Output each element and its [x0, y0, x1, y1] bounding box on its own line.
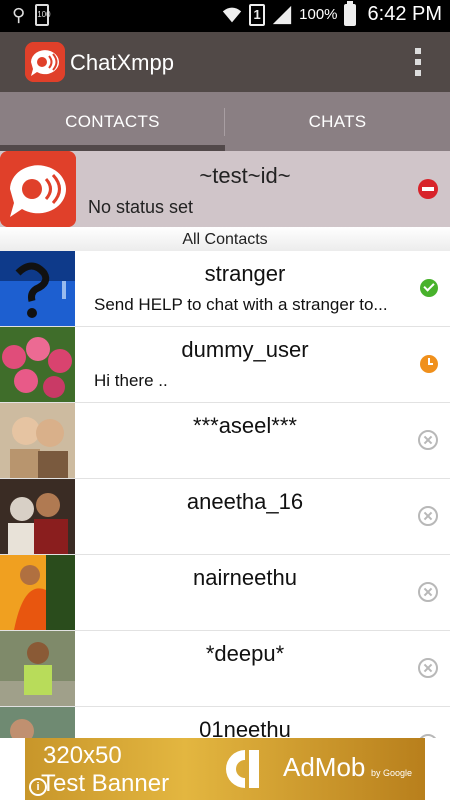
app-logo-icon[interactable] [25, 42, 65, 82]
ad-by-google: by Google [371, 768, 413, 778]
wifi-icon [222, 7, 242, 22]
overflow-menu-icon[interactable] [414, 48, 422, 76]
offline-status-icon [418, 658, 438, 678]
contact-avatar [0, 707, 75, 738]
profile-status: No status set [88, 197, 194, 217]
battery-percent: 100% [299, 6, 338, 23]
contact-avatar [0, 555, 75, 630]
contact-avatar [0, 631, 75, 706]
profile-name: ~test~id~ [199, 163, 291, 188]
away-status-icon [420, 355, 438, 373]
usb-icon: ⚲ [12, 4, 26, 25]
offline-status-icon [418, 506, 438, 526]
ad-brand: AdMob [283, 752, 366, 782]
contact-name: dummy_user [181, 337, 309, 362]
contact-list[interactable]: stranger Send HELP to chat with a strang… [0, 251, 450, 738]
do-not-disturb-icon[interactable] [418, 179, 438, 199]
contact-row-deepu[interactable]: *deepu* [0, 631, 450, 707]
ad-banner-text: Test Banner [41, 770, 170, 797]
contact-row-stranger[interactable]: stranger Send HELP to chat with a strang… [0, 251, 450, 327]
offline-status-icon [418, 582, 438, 602]
contact-row-aseel[interactable]: ***aseel*** [0, 403, 450, 479]
tab-bar: CONTACTS CHATS [0, 92, 450, 151]
contact-row-aneetha-16[interactable]: aneetha_16 [0, 479, 450, 555]
contact-avatar [0, 479, 75, 554]
contact-avatar [0, 403, 75, 478]
battery-icon [343, 0, 356, 26]
contact-name: *deepu* [205, 641, 285, 666]
action-bar: ChatXmpp [0, 32, 450, 92]
ad-info-icon[interactable]: i [29, 778, 47, 796]
own-profile[interactable]: ~test~id~ No status set [0, 151, 450, 227]
contact-row-01neethu[interactable]: 01neethu [0, 707, 450, 738]
contact-name: ***aseel*** [193, 413, 297, 438]
admob-logo-icon [226, 750, 259, 788]
contact-name: stranger [204, 261, 286, 286]
app-title: ChatXmpp [70, 50, 174, 75]
offline-status-icon [418, 430, 438, 450]
contact-row-nairneethu[interactable]: nairneethu [0, 555, 450, 631]
status-bar: ⚲ 100 1 100% 6:42 PM [0, 0, 450, 32]
contact-avatar [0, 327, 75, 402]
tab-chats[interactable]: CHATS [225, 92, 450, 151]
online-status-icon [420, 279, 438, 297]
signal-icon [272, 5, 292, 24]
contact-avatar [0, 251, 75, 326]
tab-divider [224, 108, 225, 136]
contact-name: nairneethu [193, 565, 297, 590]
contact-row-dummy-user[interactable]: dummy_user Hi there .. [0, 327, 450, 403]
battery-full-icon: 100 [35, 4, 51, 26]
section-header: All Contacts [0, 227, 450, 251]
profile-avatar[interactable] [0, 151, 76, 227]
clock: 6:42 PM [367, 3, 442, 25]
contact-status: Hi there .. [94, 371, 168, 390]
contact-status: Send HELP to chat with a stranger to... [94, 295, 388, 314]
contact-name: aneetha_16 [186, 489, 304, 514]
sim-icon: 1 [249, 3, 266, 26]
contact-name: 01neethu [199, 717, 291, 738]
ad-size-text: 320x50 [43, 742, 122, 769]
ad-banner[interactable]: 320x50 Test Banner i AdMob by Google [25, 738, 425, 800]
tab-contacts[interactable]: CONTACTS [0, 92, 225, 151]
